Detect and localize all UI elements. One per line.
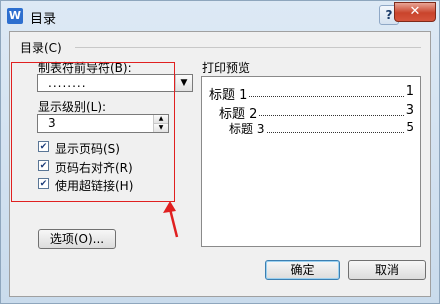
group-divider — [75, 47, 421, 48]
toc-entry-level-1: 标题 1 1 — [209, 84, 414, 103]
dialog-title: 目录 — [30, 12, 57, 27]
cancel-button[interactable]: 取消 — [348, 260, 426, 280]
toc-entry-level-3: 标题 3 5 — [229, 120, 414, 137]
toc-entry-page: 1 — [403, 84, 414, 99]
toc-entry-page: 3 — [403, 103, 414, 118]
annotation-arrow-icon — [163, 201, 179, 238]
wps-writer-icon: W — [7, 8, 23, 24]
close-button[interactable]: ✕ — [394, 2, 436, 22]
title-bar[interactable]: W 目录 ? ✕ — [1, 1, 439, 31]
print-preview-label: 打印预览 — [202, 61, 251, 75]
options-button[interactable]: 选项(O)... — [38, 229, 116, 249]
ok-button[interactable]: 确定 — [265, 260, 340, 280]
print-preview-pane: 标题 1 1 标题 2 3 标题 3 5 — [201, 76, 421, 247]
toc-entry-level-2: 标题 2 3 — [219, 103, 414, 122]
chevron-down-icon[interactable]: ▼ — [175, 75, 192, 91]
annotation-highlight-box — [11, 62, 175, 202]
toc-dialog: W 目录 ? ✕ 目录(C) 制表符前导符(B): ........ ▼ 显示级… — [0, 0, 440, 304]
group-legend: 目录(C) — [20, 39, 66, 56]
toc-entry-title: 标题 3 — [229, 120, 267, 137]
toc-entry-page: 5 — [404, 120, 414, 134]
toc-entry-title: 标题 1 — [209, 84, 250, 103]
